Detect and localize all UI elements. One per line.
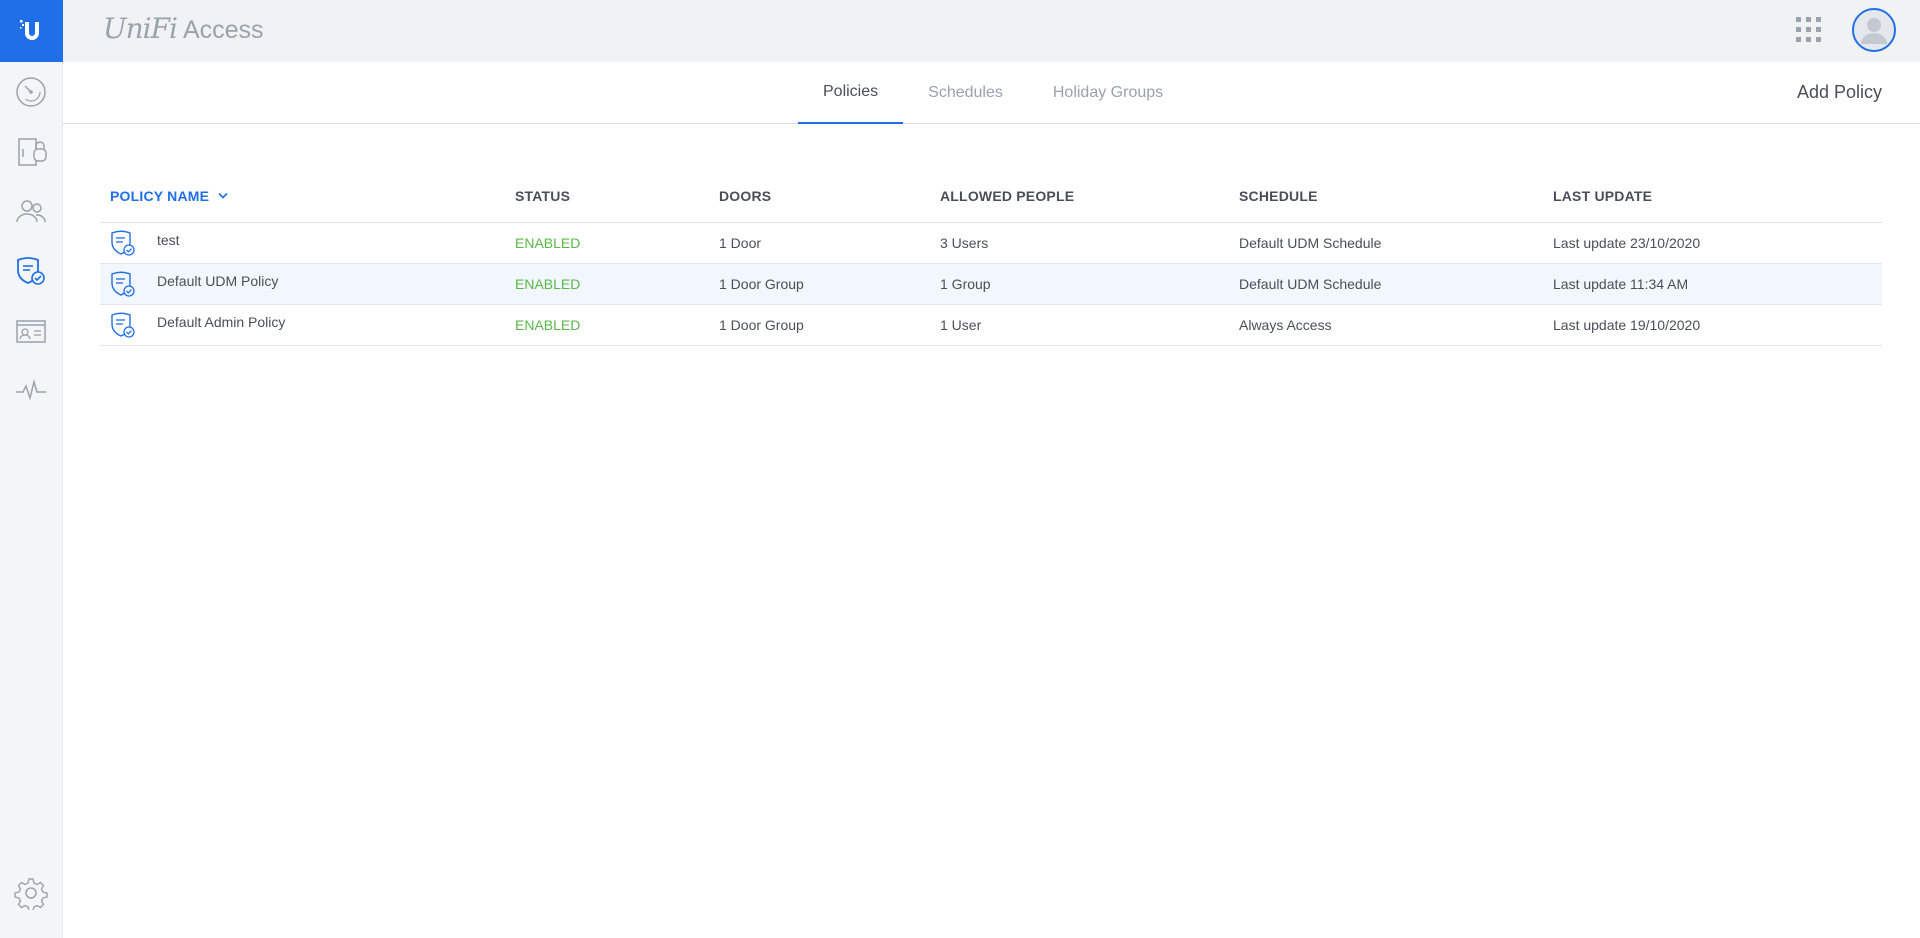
chevron-down-icon [218, 192, 228, 199]
users-icon [16, 200, 46, 223]
table-row[interactable]: test ENABLED 1 Door 3 Users Default UDM … [100, 223, 1882, 264]
tab-holiday-groups[interactable]: Holiday Groups [1028, 62, 1188, 124]
table-row[interactable]: Default UDM Policy ENABLED 1 Door Group … [100, 264, 1882, 305]
allowed-people-cell: 1 User [940, 317, 982, 333]
brand-unifi-text: UniFi [103, 12, 178, 45]
tabs-bar: Policies Schedules Holiday Groups Add Po… [63, 62, 1920, 124]
brand-logo[interactable]: UniFi Access [103, 12, 264, 45]
column-doors[interactable]: DOORS [719, 188, 940, 204]
schedule-cell: Default UDM Schedule [1239, 276, 1382, 292]
column-status[interactable]: STATUS [515, 188, 719, 204]
policies-table: POLICY NAME STATUS DOORS ALLOWED PEOPLE … [100, 170, 1882, 346]
gear-icon [14, 878, 48, 910]
policy-shield-icon [17, 257, 45, 285]
policy-name: Default Admin Policy [157, 314, 286, 330]
policy-name-cell: Default Admin Policy [100, 311, 515, 339]
nav-settings[interactable] [12, 874, 50, 912]
user-avatar[interactable] [1852, 8, 1896, 52]
doors-cell: 1 Door Group [719, 317, 804, 333]
nav-activity[interactable] [12, 372, 50, 410]
last-update-cell: Last update 19/10/2020 [1553, 317, 1701, 333]
tabs: Policies Schedules Holiday Groups [798, 62, 1188, 124]
column-last-update[interactable]: LAST UPDATE [1553, 188, 1882, 204]
last-update-cell: Last update 23/10/2020 [1553, 235, 1701, 251]
policy-name: Default UDM Policy [157, 273, 279, 289]
nav-dashboard[interactable] [12, 73, 50, 111]
nav-users[interactable] [12, 193, 50, 231]
top-bar: UniFi Access [63, 0, 1920, 62]
status-cell: ENABLED [515, 317, 581, 333]
unifi-logo[interactable] [0, 0, 63, 62]
sidebar [0, 0, 63, 938]
user-avatar-icon [1855, 11, 1893, 49]
pulse-icon [16, 379, 46, 401]
brand-access-text: Access [182, 16, 264, 44]
schedule-cell: Default UDM Schedule [1239, 235, 1382, 251]
status-cell: ENABLED [515, 276, 581, 292]
nav-policies[interactable] [12, 252, 50, 290]
policy-shield-icon [111, 271, 135, 297]
table-row[interactable]: Default Admin Policy ENABLED 1 Door Grou… [100, 305, 1882, 346]
nav-doors[interactable] [12, 133, 50, 171]
door-icon [18, 138, 47, 166]
doors-cell: 1 Door [719, 235, 762, 251]
policy-name-cell: Default UDM Policy [100, 270, 515, 298]
app-grid-icon[interactable] [1794, 15, 1824, 45]
gauge-icon [16, 77, 46, 107]
unifi-u-icon [19, 20, 39, 40]
column-policy-name[interactable]: POLICY NAME [100, 188, 515, 204]
column-schedule[interactable]: SCHEDULE [1239, 188, 1553, 204]
nav-visitors[interactable] [12, 312, 50, 350]
schedule-cell: Always Access [1239, 317, 1332, 333]
allowed-people-cell: 1 Group [940, 276, 991, 292]
doors-cell: 1 Door Group [719, 276, 804, 292]
status-cell: ENABLED [515, 235, 581, 251]
policy-shield-icon [111, 230, 135, 256]
add-policy-button[interactable]: Add Policy [1797, 82, 1882, 103]
policy-name-cell: test [100, 229, 515, 257]
last-update-cell: Last update 11:34 AM [1553, 276, 1689, 292]
table-header: POLICY NAME STATUS DOORS ALLOWED PEOPLE … [100, 170, 1882, 223]
tab-policies[interactable]: Policies [798, 62, 904, 124]
tab-schedules[interactable]: Schedules [903, 62, 1028, 124]
column-policy-name-label: POLICY NAME [110, 188, 210, 204]
policy-name: test [157, 232, 180, 248]
allowed-people-cell: 3 Users [940, 235, 989, 251]
id-card-icon [16, 320, 46, 343]
policy-shield-icon [111, 312, 135, 338]
column-allowed-people[interactable]: ALLOWED PEOPLE [940, 188, 1239, 204]
